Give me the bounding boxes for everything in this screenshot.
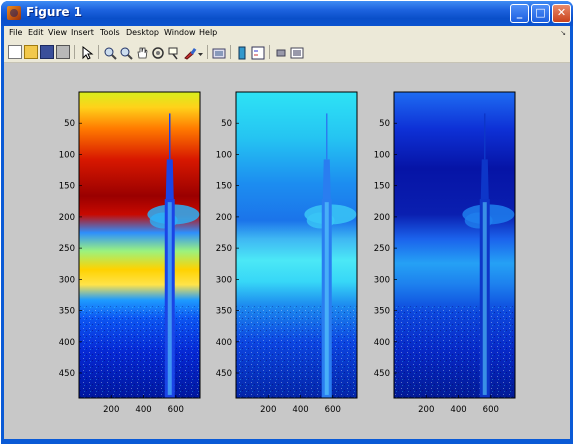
y-tick-label: 350 (216, 307, 232, 317)
y-tick-label: 350 (374, 307, 390, 317)
city-texture (236, 306, 357, 398)
menu-insert[interactable]: Insert (71, 28, 94, 37)
x-tick-label: 400 (292, 405, 308, 415)
y-tick-label: 200 (59, 213, 75, 223)
menu-file[interactable]: File (9, 28, 22, 37)
colorbar-icon[interactable] (235, 45, 249, 60)
y-tick-label: 100 (59, 150, 75, 160)
menu-desktop[interactable]: Desktop (126, 28, 159, 37)
blue-channel-axes[interactable]: 50 100 150 200 250 300 350 400 450 200 400 600 (374, 91, 516, 415)
y-tick-label: 300 (59, 275, 75, 285)
green-channel-axes[interactable]: 50 100 150 200 250 300 350 400 450 200 400 600 (216, 91, 358, 415)
tower-highlight (324, 202, 329, 395)
x-tick-label: 600 (483, 405, 499, 415)
x-tick-label: 200 (260, 405, 276, 415)
rotate-3d-icon[interactable] (151, 45, 165, 59)
dock-arrow-icon[interactable]: ↘ (560, 29, 566, 37)
city-texture (394, 306, 515, 398)
data-cursor-icon[interactable] (167, 45, 181, 60)
y-tick-label: 50 (379, 119, 390, 129)
zoom-in-icon[interactable] (103, 45, 117, 60)
open-file-icon[interactable] (24, 45, 38, 59)
toolbar-separator (98, 45, 99, 59)
toolbar-separator (269, 45, 270, 59)
y-tick-label: 300 (374, 275, 390, 285)
tower-top (165, 159, 174, 200)
y-tick-label: 450 (59, 369, 75, 379)
matlab-icon[interactable] (7, 6, 21, 20)
y-tick-label: 50 (221, 119, 232, 129)
toolbar-separator (207, 45, 208, 59)
y-tick-label: 100 (216, 150, 232, 160)
y-tick-label: 400 (374, 338, 390, 348)
y-tick-label: 50 (64, 119, 75, 129)
y-tick-label: 100 (374, 150, 390, 160)
show-plot-tools-icon[interactable] (290, 45, 304, 59)
y-tick-label: 150 (374, 182, 390, 192)
x-tick-label: 200 (418, 405, 434, 415)
y-tick-label: 350 (59, 307, 75, 317)
menu-edit[interactable]: Edit (28, 28, 44, 37)
y-tick-label: 450 (374, 369, 390, 379)
red-channel-axes[interactable]: 50 100 150 200 250 300 350 400 450 200 400 600 (59, 91, 201, 415)
minimize-button[interactable]: _ (510, 4, 529, 23)
menu-help[interactable]: Help (199, 28, 217, 37)
brush-icon[interactable] (183, 45, 197, 60)
figure-toolbar (4, 42, 570, 63)
pan-icon[interactable] (135, 45, 149, 59)
save-icon[interactable] (40, 45, 54, 59)
menu-view[interactable]: View (48, 28, 67, 37)
toolbar-separator (230, 45, 231, 59)
menu-window[interactable]: Window (164, 28, 196, 37)
x-tick-label: 600 (168, 405, 184, 415)
y-tick-label: 150 (59, 182, 75, 192)
tower-highlight (167, 202, 172, 395)
tower-top (480, 159, 489, 200)
y-tick-label: 250 (216, 244, 232, 254)
y-tick-label: 250 (374, 244, 390, 254)
print-icon[interactable] (56, 45, 70, 59)
y-tick-label: 200 (374, 213, 390, 223)
pointer-icon[interactable] (80, 45, 94, 60)
title-bar[interactable]: Figure 1 _ □ ✕ (1, 1, 573, 26)
y-tick-label: 300 (216, 275, 232, 285)
legend-icon[interactable] (251, 45, 265, 60)
x-tick-label: 200 (103, 405, 119, 415)
figure-canvas: 50 100 150 200 250 300 350 400 450 200 400 600 50 100… (4, 63, 570, 439)
tower-top (322, 159, 331, 200)
link-plot-icon[interactable] (212, 45, 226, 59)
city-texture (79, 306, 200, 398)
x-tick-label: 600 (325, 405, 341, 415)
y-tick-label: 400 (216, 338, 232, 348)
y-tick-label: 250 (59, 244, 75, 254)
y-tick-label: 150 (216, 182, 232, 192)
window-bottom-border (4, 439, 570, 444)
y-tick-label: 200 (216, 213, 232, 223)
toolbar-separator (74, 45, 75, 59)
brush-dropdown-icon[interactable] (198, 45, 204, 59)
menu-bar: File Edit View Insert Tools Desktop Wind… (4, 26, 570, 42)
x-tick-label: 400 (135, 405, 151, 415)
y-tick-label: 400 (59, 338, 75, 348)
figure-plot-area: 50 100 150 200 250 300 350 400 450 200 400 600 50 100… (59, 91, 516, 415)
figure-window: Figure 1 _ □ ✕ File Edit View Insert Too… (1, 1, 573, 444)
menu-tools[interactable]: Tools (100, 28, 120, 37)
window-title: Figure 1 (26, 5, 83, 19)
y-tick-label: 450 (216, 369, 232, 379)
x-tick-label: 400 (450, 405, 466, 415)
maximize-button[interactable]: □ (531, 4, 550, 23)
zoom-out-icon[interactable] (119, 45, 133, 60)
new-figure-icon[interactable] (8, 45, 22, 59)
tower-highlight (482, 202, 487, 395)
close-button[interactable]: ✕ (552, 4, 571, 23)
hide-plot-tools-icon[interactable] (274, 45, 288, 59)
